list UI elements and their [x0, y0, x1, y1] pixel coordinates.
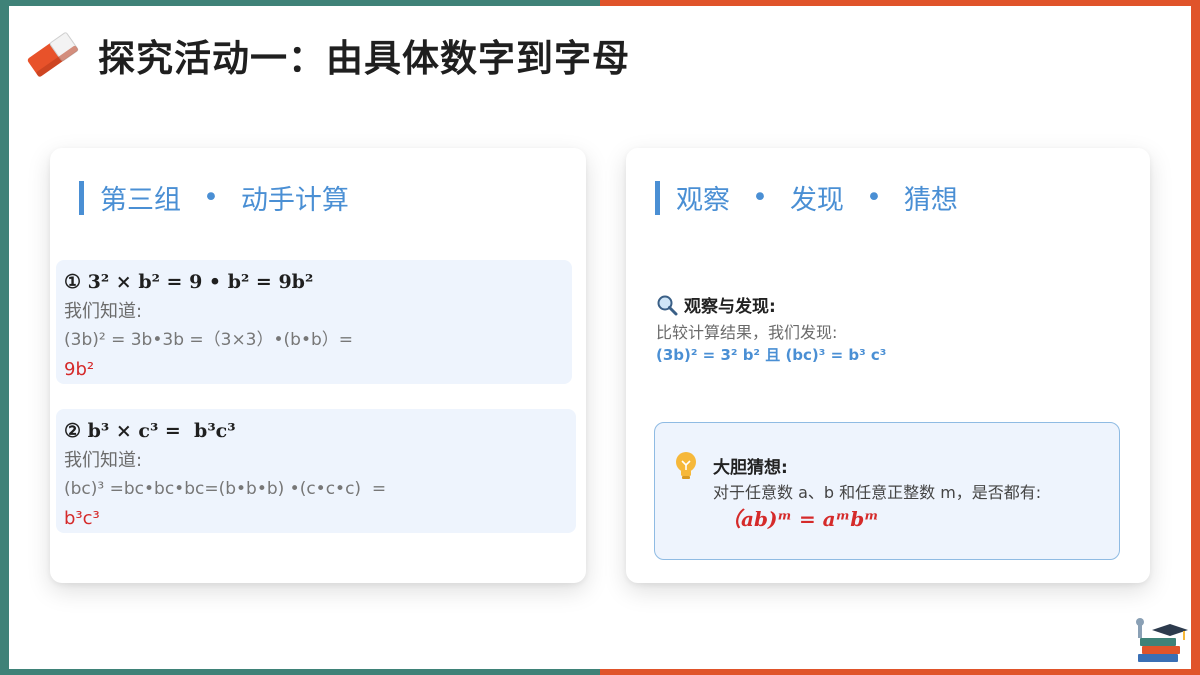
heading-separator: • — [752, 182, 768, 213]
conjecture-title: 大胆猜想: — [713, 458, 788, 478]
frame-bottom-left — [0, 669, 600, 675]
calc-formula: ① 3² × b² = 9 • b² = 9b² — [64, 271, 314, 293]
observe-title: 观察与发现: — [684, 297, 776, 317]
frame-top-right — [600, 0, 1200, 6]
calculation-card: 第三组 • 动手计算 ① 3² × b² = 9 • b² = 9b² 我们知道… — [50, 148, 586, 583]
eraser-icon — [27, 32, 79, 77]
calc-formula: ② b³ × c³ = b³c³ — [64, 420, 236, 442]
heading-accent-bar — [655, 180, 660, 215]
calc-known-label: 我们知道: — [64, 450, 143, 471]
card-heading: 第三组 • 动手计算 — [79, 178, 349, 217]
frame-bottom-right — [600, 669, 1200, 675]
heading-part: 发现 — [789, 185, 844, 216]
calculation-block-1: ① 3² × b² = 9 • b² = 9b² 我们知道: (3b)² = 3… — [56, 260, 572, 384]
conjecture-text: 对于任意数 a、b 和任意正整数 m，是否都有: — [713, 483, 1042, 502]
card-heading: 观察 • 发现 • 猜想 — [655, 178, 958, 217]
calc-work: (bc)³ =bc•bc•bc=(b•b•b) •(c•c•c) = — [64, 479, 387, 499]
heading-separator: • — [865, 182, 882, 213]
heading-part: 观察 — [676, 185, 730, 216]
conjecture-formula: （ab)ᵐ = aᵐbᵐ — [721, 507, 879, 531]
calc-work: (3b)² = 3b•3b =（3×3）•(b•b）= — [64, 330, 354, 350]
heading-separator: • — [203, 182, 219, 213]
calc-result: 9b² — [64, 359, 95, 380]
magnifier-icon — [657, 295, 678, 315]
observe-formula: (3b)² = 3² b² 且 (bc)³ = b³ c³ — [656, 346, 887, 364]
observe-text: 比较计算结果，我们发现: — [656, 323, 838, 342]
calc-known-label: 我们知道: — [64, 301, 143, 322]
books-graduation-icon — [1136, 618, 1188, 662]
frame-top-left — [0, 0, 600, 6]
heading-part: 猜想 — [903, 185, 958, 216]
heading-part: 动手计算 — [240, 185, 349, 216]
calculation-block-2: ② b³ × c³ = b³c³ 我们知道: (bc)³ =bc•bc•bc=(… — [56, 409, 576, 533]
lightbulb-icon — [676, 452, 696, 479]
frame-right — [1191, 0, 1200, 675]
heading-accent-bar — [79, 180, 84, 215]
page-title: 探究活动一：由具体数字到字母 — [98, 36, 630, 80]
observe-heading: 观察与发现: — [656, 292, 776, 317]
calc-result: b³c³ — [64, 508, 100, 529]
conjecture-box: 大胆猜想: 对于任意数 a、b 和任意正整数 m，是否都有: （ab)ᵐ = a… — [654, 422, 1120, 560]
frame-left — [0, 0, 9, 675]
heading-part: 第三组 — [100, 185, 181, 216]
observation-card: 观察 • 发现 • 猜想 观察与发现: 比较计算结果，我们发现: (3b)² =… — [626, 148, 1150, 583]
